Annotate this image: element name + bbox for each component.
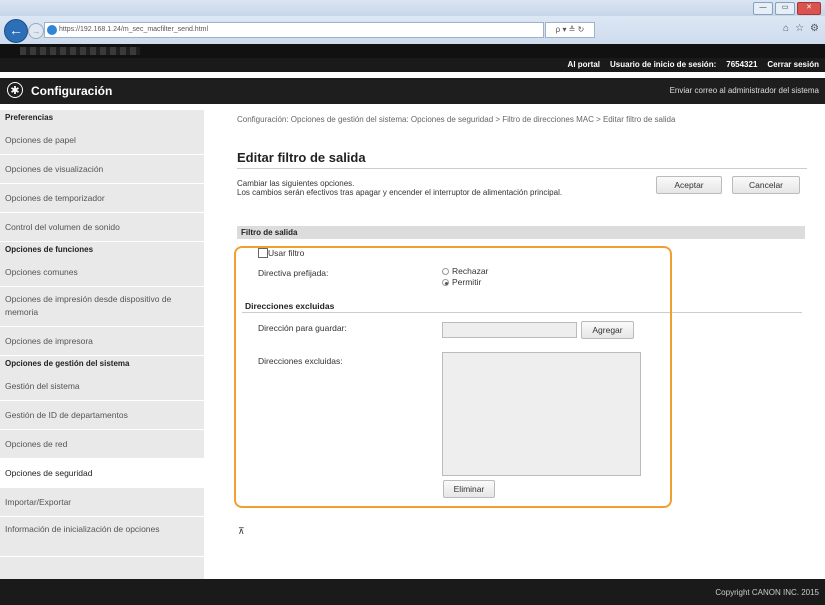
sidebar-item-paper[interactable]: Opciones de papel — [0, 126, 204, 155]
description: Cambiar las siguientes opciones. Los cam… — [237, 179, 647, 197]
minimize-button[interactable]: — — [753, 2, 773, 15]
user-id: 7654321 — [726, 60, 758, 69]
url-text: https://192.168.1.24/m_sec_macfilter_sen… — [59, 26, 209, 33]
ie-icon — [47, 25, 57, 35]
home-icon[interactable]: ⌂ — [783, 23, 789, 34]
sidebar-item-common[interactable]: Opciones comunes — [0, 258, 204, 287]
address-bar-row: ← → https://192.168.1.24/m_sec_macfilter… — [0, 16, 825, 44]
mail-admin-link[interactable]: Enviar correo al administrador del siste… — [670, 86, 819, 95]
footer: Copyright CANON INC. 2015 — [0, 579, 825, 605]
accept-button[interactable]: Aceptar — [656, 176, 722, 194]
highlight-frame — [234, 246, 672, 508]
sidebar: Preferencias Opciones de papel Opciones … — [0, 110, 204, 580]
filter-section-header: Filtro de salida — [237, 226, 805, 239]
config-title: Configuración — [31, 84, 113, 98]
breadcrumb: Configuración: Opciones de gestión del s… — [237, 115, 676, 124]
sidebar-item-system-mgmt[interactable]: Gestión del sistema — [0, 372, 204, 401]
cancel-button[interactable]: Cancelar — [732, 176, 800, 194]
config-header: ✱ Configuración Enviar correo al adminis… — [0, 78, 825, 104]
description-line-2: Los cambios serán efectivos tras apagar … — [237, 188, 563, 197]
sidebar-item-network[interactable]: Opciones de red — [0, 430, 204, 459]
printer-logo — [20, 47, 140, 55]
gear-icon[interactable]: ⚙ — [810, 23, 819, 34]
sidebar-item-printer[interactable]: Opciones de impresora — [0, 327, 204, 356]
sidebar-item-display[interactable]: Opciones de visualización — [0, 155, 204, 184]
top-nav-bar: Al portal Usuario de inicio de sesión: 7… — [0, 58, 825, 72]
sidebar-item-init-info[interactable]: Información de inicialización de opcione… — [0, 517, 204, 557]
maximize-button[interactable]: ▭ — [775, 2, 795, 15]
sidebar-item-security[interactable]: Opciones de seguridad — [0, 459, 204, 488]
star-icon[interactable]: ☆ — [795, 23, 804, 34]
title-divider — [237, 168, 807, 169]
forward-icon[interactable]: → — [28, 23, 44, 39]
back-icon[interactable]: ← — [4, 19, 28, 43]
description-line-1: Cambiar las siguientes opciones. — [237, 179, 355, 188]
scroll-top-icon[interactable]: ⊼ — [238, 526, 245, 537]
portal-link[interactable]: Al portal — [568, 60, 600, 69]
window-titlebar: — ▭ ✕ — [0, 0, 825, 16]
user-label: Usuario de inicio de sesión: — [610, 60, 717, 69]
copyright: Copyright CANON INC. 2015 — [715, 588, 819, 597]
close-button[interactable]: ✕ — [797, 2, 821, 15]
page-title: Editar filtro de salida — [237, 150, 366, 165]
sidebar-section-functions: Opciones de funciones — [5, 245, 94, 254]
sidebar-item-dept-id[interactable]: Gestión de ID de departamentos — [0, 401, 204, 430]
sidebar-item-volume[interactable]: Control del volumen de sonido — [0, 213, 204, 242]
logout-link[interactable]: Cerrar sesión — [767, 60, 819, 69]
url-controls[interactable]: ρ ▾ ≙ ↻ — [545, 22, 595, 38]
sidebar-item-import-export[interactable]: Importar/Exportar — [0, 488, 204, 517]
url-field[interactable]: https://192.168.1.24/m_sec_macfilter_sen… — [44, 22, 544, 38]
settings-icon: ✱ — [7, 82, 23, 98]
sidebar-item-timer[interactable]: Opciones de temporizador — [0, 184, 204, 213]
sidebar-section-system: Opciones de gestión del sistema — [5, 359, 130, 368]
sidebar-section-preferences: Preferencias — [5, 113, 54, 122]
sidebar-item-memory-print[interactable]: Opciones de impresión desde dispositivo … — [0, 287, 204, 327]
